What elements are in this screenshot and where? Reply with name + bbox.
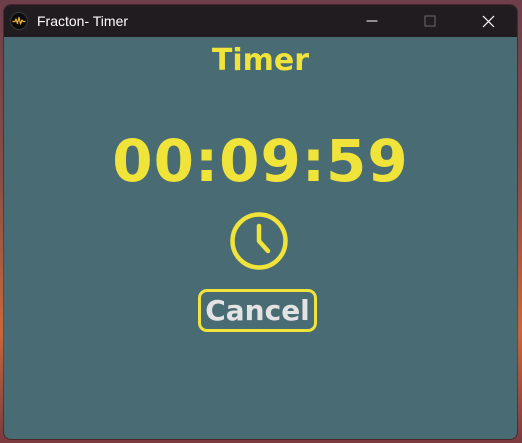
close-button[interactable] xyxy=(459,5,517,37)
app-logo-icon xyxy=(10,12,28,30)
window-title: Fracton- Timer xyxy=(37,13,129,29)
cancel-button[interactable]: Cancel xyxy=(198,289,317,332)
window-controls xyxy=(343,5,517,37)
timer-panel: Timer 00:09:59 Cancel xyxy=(4,37,517,439)
clock-icon xyxy=(230,212,288,270)
title-bar[interactable]: Fracton- Timer xyxy=(4,5,517,37)
maximize-icon xyxy=(424,15,436,27)
app-window: Fracton- Timer Timer 00:09:59 Cancel xyxy=(4,5,517,439)
maximize-button[interactable] xyxy=(401,5,459,37)
minimize-button[interactable] xyxy=(343,5,401,37)
page-title: Timer xyxy=(211,43,310,78)
minimize-icon xyxy=(366,20,378,22)
timer-display: 00:09:59 xyxy=(112,127,409,195)
close-icon xyxy=(482,15,494,27)
